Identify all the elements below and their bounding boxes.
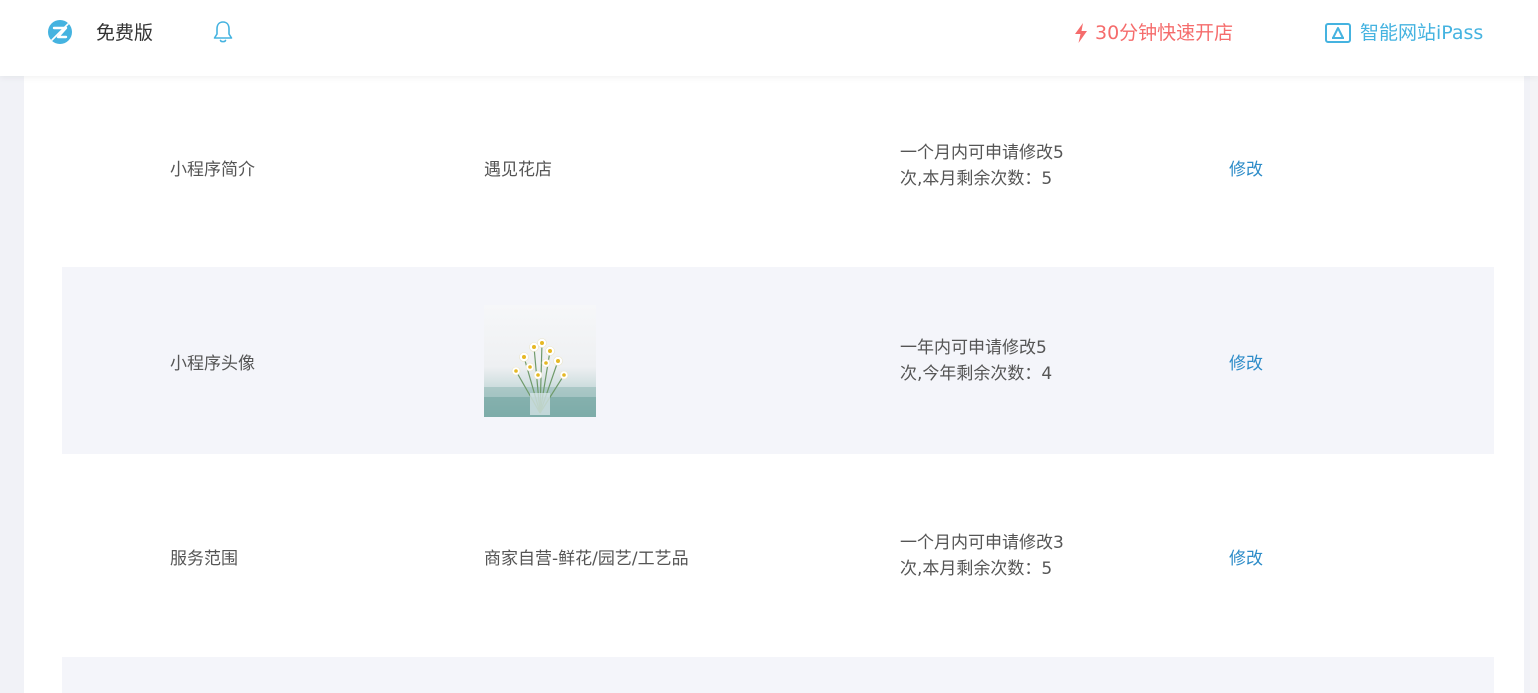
rule-line: 次,本月剩余次数：5	[900, 559, 1053, 579]
logo-icon	[48, 20, 72, 44]
row-value: 遇见花店	[484, 160, 552, 180]
row-label: 小程序简介	[170, 160, 255, 180]
table-row-avatar: 小程序头像 一年内可申请修改5 次,今年剩余次数：4 修改	[62, 267, 1494, 454]
row-rule-text: 一个月内可申请修改3 次,本月剩余次数：5	[900, 530, 1085, 582]
row-label: 服务范围	[170, 549, 238, 569]
edit-avatar-link[interactable]: 修改	[1229, 349, 1263, 374]
scrollbar-track[interactable]	[1530, 76, 1538, 693]
quick-open-label: 30分钟快速开店	[1095, 22, 1234, 44]
ipass-icon	[1325, 23, 1351, 43]
quick-open-store-link[interactable]: 30分钟快速开店	[1073, 18, 1233, 48]
row-value: 商家自营-鲜花/园艺/工艺品	[484, 549, 689, 569]
row-label: 小程序头像	[170, 354, 255, 374]
rule-line: 次,今年剩余次数：4	[900, 364, 1053, 384]
plan-label: 免费版	[96, 22, 154, 44]
flower-bouquet-avatar	[484, 305, 596, 417]
bell-icon[interactable]	[210, 19, 236, 45]
rule-line: 次,本月剩余次数：5	[900, 169, 1053, 189]
row-rule-text: 一年内可申请修改5 次,今年剩余次数：4	[900, 335, 1085, 387]
edit-service-scope-link[interactable]: 修改	[1229, 544, 1263, 569]
lightning-icon	[1075, 23, 1087, 43]
ipass-label: 智能网站iPass	[1360, 22, 1484, 44]
ipass-link[interactable]: 智能网站iPass	[1324, 18, 1483, 48]
rule-line: 一年内可申请修改5	[900, 338, 1047, 358]
table-row-service-scope: 服务范围 商家自营-鲜花/园艺/工艺品 一个月内可申请修改3 次,本月剩余次数：…	[62, 454, 1494, 657]
table-row-intro: 小程序简介 遇见花店 一个月内可申请修改5 次,本月剩余次数：5 修改	[62, 76, 1494, 267]
top-bar: 免费版 30分钟快速开店 智能网站iPass	[0, 0, 1538, 76]
rule-line: 一个月内可申请修改5	[900, 143, 1064, 163]
rule-line: 一个月内可申请修改3	[900, 533, 1064, 553]
edit-intro-link[interactable]: 修改	[1229, 155, 1263, 180]
row-rule-text: 一个月内可申请修改5 次,本月剩余次数：5	[900, 140, 1085, 192]
table-row	[62, 657, 1494, 693]
